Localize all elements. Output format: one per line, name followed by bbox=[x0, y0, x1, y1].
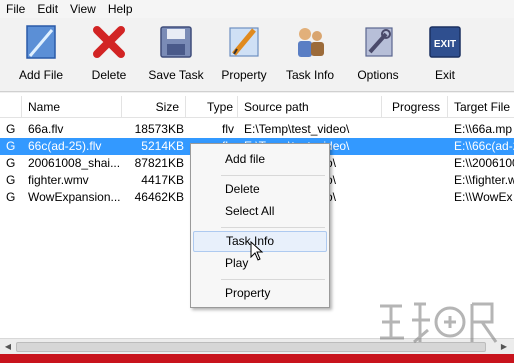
menu-help[interactable]: Help bbox=[102, 0, 139, 18]
options-button[interactable]: Options bbox=[345, 22, 411, 88]
save-task-label: Save Task bbox=[148, 68, 204, 82]
row-target-file: E:\\2006100 bbox=[454, 156, 514, 170]
people-info-icon bbox=[298, 28, 324, 57]
mouse-pointer-icon bbox=[250, 241, 264, 261]
column-header-size[interactable]: Size bbox=[122, 96, 186, 118]
row-status: G bbox=[6, 122, 16, 136]
save-task-button[interactable]: Save Task bbox=[143, 22, 209, 88]
column-header-status[interactable] bbox=[0, 96, 22, 118]
column-header-name[interactable]: Name bbox=[22, 96, 122, 118]
options-label: Options bbox=[357, 68, 399, 82]
row-progress bbox=[382, 138, 448, 155]
menu-bar: File Edit View Help bbox=[0, 0, 514, 18]
table-row[interactable]: G 66a.flv 18573KB flv E:\Temp\test_video… bbox=[0, 121, 514, 138]
context-item-delete[interactable]: Delete bbox=[193, 179, 327, 200]
table-header: Name Size Type Source path Progress Targ… bbox=[0, 96, 514, 118]
row-progress bbox=[382, 172, 448, 189]
pencil-ruler-icon bbox=[229, 27, 259, 57]
row-size: 18573KB bbox=[134, 122, 184, 136]
row-status: G bbox=[6, 173, 16, 187]
row-status: G bbox=[6, 139, 16, 153]
column-header-source-path[interactable]: Source path bbox=[238, 96, 382, 118]
toolbar: Add File Delete Save Task Property Task … bbox=[0, 18, 514, 92]
add-file-button[interactable]: Add File bbox=[8, 22, 74, 88]
exit-button[interactable]: EXIT Exit bbox=[412, 22, 478, 88]
row-target-file: E:\\66a.mp bbox=[454, 122, 513, 136]
column-header-type[interactable]: Type bbox=[186, 96, 238, 118]
exit-door-icon: EXIT bbox=[429, 26, 461, 58]
row-size: 87821KB bbox=[134, 156, 184, 170]
scroll-left-arrow-icon[interactable]: ◀ bbox=[2, 341, 14, 353]
menu-file[interactable]: File bbox=[0, 0, 31, 18]
exit-label: Exit bbox=[434, 68, 455, 82]
tools-icon bbox=[365, 27, 393, 57]
menu-view[interactable]: View bbox=[64, 0, 102, 18]
row-name: WowExpansion... bbox=[28, 190, 121, 204]
row-size: 5214KB bbox=[141, 139, 184, 153]
add-file-label: Add File bbox=[18, 68, 64, 82]
row-size: 46462KB bbox=[134, 190, 184, 204]
context-separator bbox=[221, 175, 325, 176]
svg-text:EXIT: EXIT bbox=[434, 39, 456, 50]
row-name: fighter.wmv bbox=[28, 173, 89, 187]
row-name: 66c(ad-25).flv bbox=[28, 139, 102, 153]
task-info-label: Task Info bbox=[285, 68, 335, 82]
delete-label: Delete bbox=[91, 68, 127, 82]
row-target-file: E:\\66c(ad-25 bbox=[454, 139, 514, 153]
row-source-path: E:\Temp\test_video\ bbox=[244, 122, 350, 136]
row-target-file: E:\\WowEx bbox=[454, 190, 513, 204]
row-size: 4417KB bbox=[141, 173, 184, 187]
row-target-file: E:\\fighter.w bbox=[454, 173, 514, 187]
context-separator bbox=[221, 227, 325, 228]
row-type: flv bbox=[222, 122, 234, 136]
property-label: Property bbox=[221, 68, 267, 82]
task-info-button[interactable]: Task Info bbox=[277, 22, 343, 88]
context-item-select-all[interactable]: Select All bbox=[193, 201, 327, 222]
row-name: 66a.flv bbox=[28, 122, 64, 136]
row-progress bbox=[382, 189, 448, 206]
context-separator bbox=[221, 279, 325, 280]
row-status: G bbox=[6, 156, 16, 170]
column-header-progress[interactable]: Progress bbox=[382, 96, 448, 118]
row-progress bbox=[382, 121, 448, 138]
column-header-target-file[interactable]: Target File bbox=[448, 96, 514, 118]
menu-edit[interactable]: Edit bbox=[31, 0, 64, 18]
delete-x-icon bbox=[93, 26, 125, 58]
property-button[interactable]: Property bbox=[211, 22, 277, 88]
add-file-icon bbox=[26, 25, 56, 59]
context-item-property[interactable]: Property bbox=[193, 283, 327, 304]
context-menu: Add file Delete Select All Task Info Pla… bbox=[190, 143, 330, 308]
watermark-logo bbox=[380, 302, 498, 344]
row-progress bbox=[382, 155, 448, 172]
delete-button[interactable]: Delete bbox=[76, 22, 142, 88]
row-status: G bbox=[6, 190, 16, 204]
row-name: 20061008_shai... bbox=[28, 156, 121, 170]
context-item-add-file[interactable]: Add file bbox=[193, 149, 327, 170]
status-bar bbox=[0, 354, 514, 363]
floppy-disk-icon bbox=[160, 26, 192, 58]
